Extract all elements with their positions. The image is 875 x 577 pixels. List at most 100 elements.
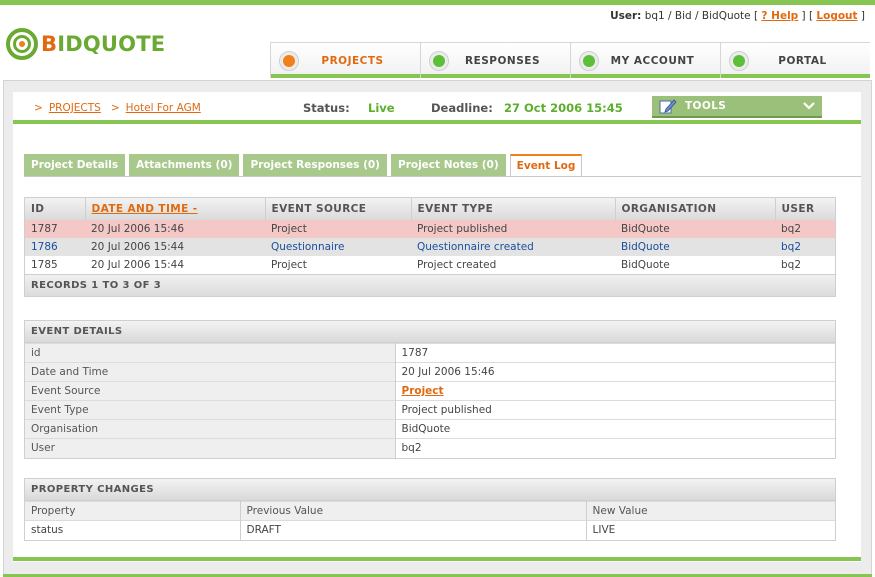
cell-id: 1785 bbox=[25, 256, 85, 274]
pencil-note-icon bbox=[659, 99, 677, 114]
cell-source: Questionnaire bbox=[265, 238, 411, 256]
col-new-value: New Value bbox=[586, 501, 835, 521]
cell-user: bq2 bbox=[775, 220, 835, 238]
subtab-divider bbox=[24, 176, 861, 177]
status-dot-icon bbox=[429, 50, 449, 71]
property-row: status DRAFT LIVE bbox=[25, 520, 835, 540]
table-row[interactable]: 1787 20 Jul 2006 15:46 Project Project p… bbox=[25, 220, 835, 238]
cell-new: LIVE bbox=[586, 520, 835, 540]
property-changes-title: PROPERTY CHANGES bbox=[25, 479, 835, 501]
top-accent-bar bbox=[0, 0, 875, 5]
nav-tab-responses[interactable]: RESPONSES bbox=[420, 42, 570, 78]
deadline-label: Deadline: bbox=[431, 101, 493, 115]
subtab-bar: Project Details Attachments (0) Project … bbox=[24, 154, 586, 177]
detail-row: Event Source Project bbox=[25, 381, 835, 401]
nav-tab-projects[interactable]: PROJECTS bbox=[270, 42, 420, 78]
col-organisation[interactable]: ORGANISATION bbox=[615, 198, 776, 220]
col-user[interactable]: USER bbox=[775, 198, 835, 220]
records-count: RECORDS 1 TO 3 OF 3 bbox=[25, 274, 835, 296]
cell-date: 20 Jul 2006 15:44 bbox=[85, 238, 265, 256]
detail-row: User bq2 bbox=[25, 438, 835, 458]
status-dot-icon bbox=[279, 50, 299, 71]
nav-tab-portal[interactable]: PORTAL bbox=[720, 42, 870, 78]
cell-org: BidQuote bbox=[615, 256, 775, 274]
detail-value: Project published bbox=[395, 400, 835, 420]
col-property: Property bbox=[25, 501, 241, 521]
table-row[interactable]: 1786 20 Jul 2006 15:44 Questionnaire Que… bbox=[25, 238, 835, 256]
nav-tab-label: PORTAL bbox=[778, 54, 827, 67]
tab-project-responses[interactable]: Project Responses (0) bbox=[243, 154, 387, 176]
cell-source: Project bbox=[265, 220, 411, 238]
col-event-source[interactable]: EVENT SOURCE bbox=[265, 198, 412, 220]
cell-property: status bbox=[25, 520, 241, 540]
col-event-type[interactable]: EVENT TYPE bbox=[411, 198, 616, 220]
tab-project-notes[interactable]: Project Notes (0) bbox=[391, 154, 506, 176]
nav-tab-label: RESPONSES bbox=[464, 54, 541, 67]
breadcrumb-projects-link[interactable]: PROJECTS bbox=[49, 102, 101, 114]
detail-key: Organisation bbox=[25, 419, 396, 439]
user-label: User: bbox=[610, 10, 642, 22]
detail-key: Date and Time bbox=[25, 362, 396, 382]
tab-event-log[interactable]: Event Log bbox=[509, 154, 583, 177]
main-nav: PROJECTS RESPONSES MY ACCOUNT PORTAL bbox=[270, 42, 870, 78]
detail-value: 20 Jul 2006 15:46 bbox=[395, 362, 835, 382]
tools-dropdown[interactable]: TOOLS bbox=[652, 96, 822, 118]
cell-user: bq2 bbox=[775, 256, 835, 274]
tools-label: TOOLS bbox=[685, 100, 727, 112]
detail-value: 1787 bbox=[395, 343, 835, 363]
cell-source: Project bbox=[265, 256, 411, 274]
deadline-value: 27 Oct 2006 15:45 bbox=[504, 101, 623, 115]
status-label: Status: bbox=[303, 101, 350, 115]
tab-attachments[interactable]: Attachments (0) bbox=[129, 154, 240, 176]
cell-type: Questionnaire created bbox=[411, 238, 615, 256]
event-details-title: EVENT DETAILS bbox=[25, 321, 835, 343]
col-date-time[interactable]: DATE AND TIME - bbox=[85, 198, 266, 220]
nav-tab-my-account[interactable]: MY ACCOUNT bbox=[570, 42, 720, 78]
detail-row: Event Type Project published bbox=[25, 400, 835, 420]
breadcrumb-separator: > bbox=[110, 102, 120, 114]
table-header-row: ID DATE AND TIME - EVENT SOURCE EVENT TY… bbox=[25, 198, 835, 220]
bidquote-logo[interactable]: BIDQUOTE bbox=[6, 28, 165, 60]
detail-row: id 1787 bbox=[25, 343, 835, 363]
detail-value: BidQuote bbox=[395, 419, 835, 439]
detail-key: Event Source bbox=[25, 381, 396, 401]
cell-type: Project published bbox=[411, 220, 615, 238]
detail-row: Organisation BidQuote bbox=[25, 419, 835, 439]
detail-row: Date and Time 20 Jul 2006 15:46 bbox=[25, 362, 835, 382]
header-accent-bar bbox=[13, 120, 861, 124]
tab-project-details[interactable]: Project Details bbox=[24, 154, 126, 176]
nav-tab-label: PROJECTS bbox=[321, 54, 384, 67]
user-info: bq1 / Bid / BidQuote bbox=[644, 10, 751, 22]
col-previous-value: Previous Value bbox=[240, 501, 587, 521]
panel-bottom-accent bbox=[13, 557, 861, 561]
sort-date-link[interactable]: DATE AND TIME - bbox=[92, 203, 198, 215]
chevron-down-icon bbox=[803, 102, 815, 110]
detail-key: Event Type bbox=[25, 400, 396, 420]
event-source-link[interactable]: Project bbox=[402, 385, 444, 397]
logout-link[interactable]: Logout bbox=[816, 10, 857, 22]
detail-value: bq2 bbox=[395, 438, 835, 458]
detail-key: id bbox=[25, 343, 396, 363]
cell-type: Project created bbox=[411, 256, 615, 274]
help-link[interactable]: ? Help bbox=[761, 10, 798, 22]
cell-date: 20 Jul 2006 15:44 bbox=[85, 256, 265, 274]
user-bar: User: bq1 / Bid / BidQuote [ ? Help ] [ … bbox=[610, 10, 865, 22]
table-row[interactable]: 1785 20 Jul 2006 15:44 Project Project c… bbox=[25, 256, 835, 274]
cell-org: BidQuote bbox=[615, 238, 775, 256]
status-dot-icon bbox=[579, 50, 599, 71]
detail-key: User bbox=[25, 438, 396, 458]
logo-text: BIDQUOTE bbox=[41, 32, 166, 56]
logo-swirl-icon bbox=[6, 28, 38, 60]
detail-value: Project bbox=[395, 381, 835, 401]
cell-date: 20 Jul 2006 15:46 bbox=[85, 220, 265, 238]
breadcrumb-separator: > bbox=[34, 102, 43, 114]
cell-id: 1786 bbox=[25, 238, 85, 256]
nav-tab-label: MY ACCOUNT bbox=[610, 54, 695, 67]
property-changes-panel: PROPERTY CHANGES Property Previous Value… bbox=[24, 478, 836, 541]
breadcrumb: > PROJECTS > Hotel For AGM bbox=[34, 102, 211, 114]
cell-id: 1787 bbox=[25, 220, 85, 238]
breadcrumb-project-link[interactable]: Hotel For AGM bbox=[126, 102, 201, 114]
property-header-row: Property Previous Value New Value bbox=[25, 501, 835, 521]
event-log-table: ID DATE AND TIME - EVENT SOURCE EVENT TY… bbox=[24, 197, 836, 297]
col-id[interactable]: ID bbox=[25, 198, 86, 220]
